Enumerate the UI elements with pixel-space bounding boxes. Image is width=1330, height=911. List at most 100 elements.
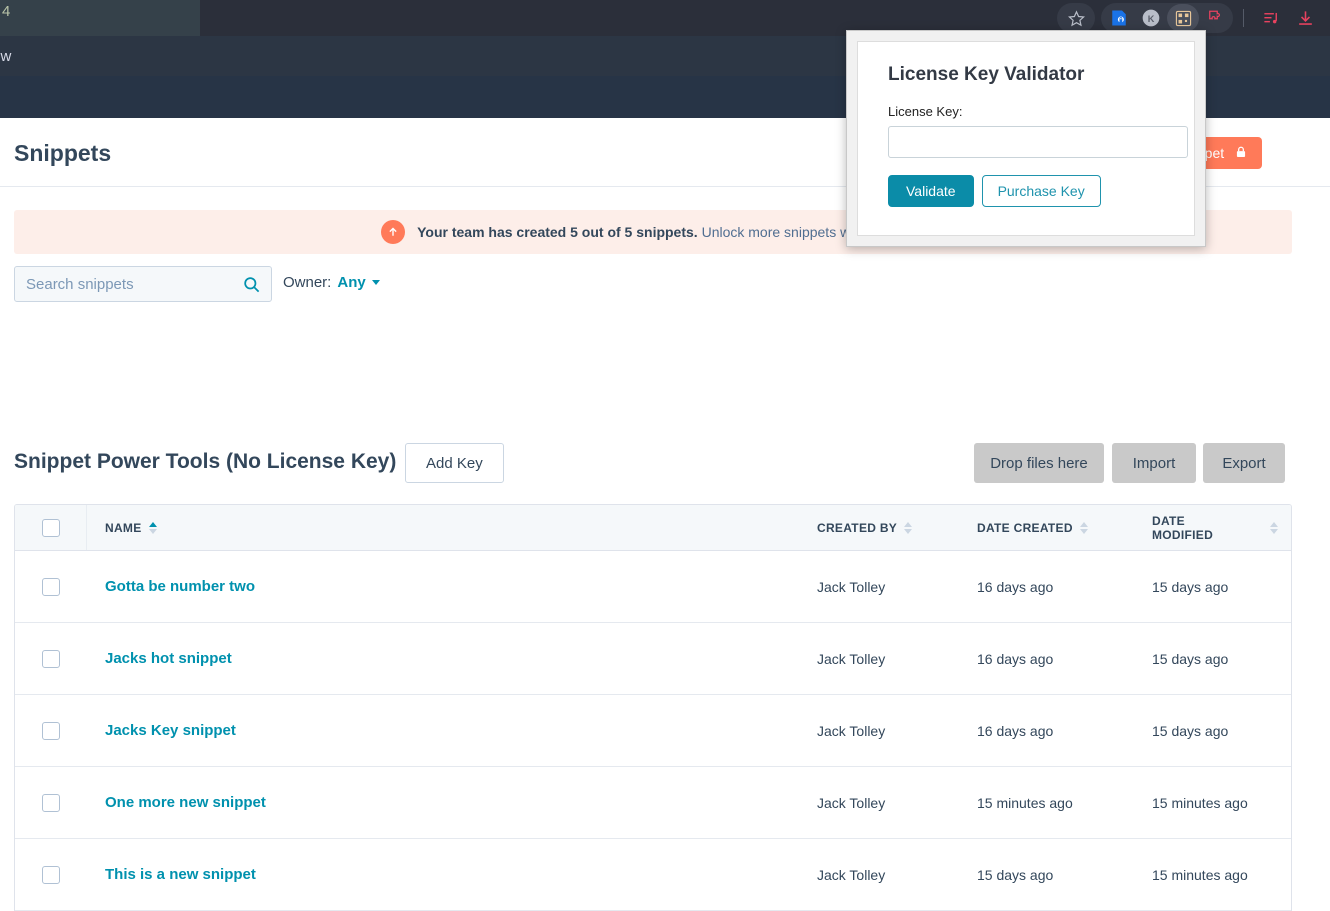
- snippet-name-cell[interactable]: Jacks hot snippet: [87, 650, 817, 668]
- snippet-name-link[interactable]: Gotta be number two: [105, 578, 255, 595]
- purchase-key-label: Purchase Key: [997, 183, 1085, 199]
- row-checkbox[interactable]: [42, 577, 60, 596]
- row-checkbox[interactable]: [42, 649, 60, 668]
- date-modified-cell: 15 days ago: [1152, 722, 1229, 739]
- search-input[interactable]: [15, 267, 225, 301]
- search-icon[interactable]: [242, 275, 261, 299]
- column-header-date-modified[interactable]: DATE MODIFIED: [1152, 513, 1291, 542]
- shield-lock-extension-icon[interactable]: [1103, 4, 1135, 32]
- sort-icon-date-created[interactable]: [1079, 521, 1088, 534]
- license-key-label: License Key:: [888, 104, 963, 119]
- media-playlist-icon[interactable]: [1254, 3, 1288, 33]
- search-snippets-field[interactable]: [14, 266, 272, 302]
- k-avatar-extension-icon[interactable]: K: [1135, 4, 1167, 32]
- date-modified-cell: 15 days ago: [1152, 578, 1229, 595]
- created-by-cell: Jack Tolley: [817, 722, 886, 739]
- created-by-cell: Jack Tolley: [817, 794, 886, 811]
- table-row[interactable]: Jacks Key snippet Jack Tolley 16 days ago 1…: [15, 695, 1291, 767]
- column-header-created-by-label: CREATED BY: [817, 520, 898, 535]
- drop-files-here-button[interactable]: Drop files here: [974, 443, 1104, 483]
- validate-button[interactable]: Validate: [888, 175, 974, 207]
- column-header-date-modified-label: DATE MODIFIED: [1152, 513, 1214, 542]
- row-checkbox-cell[interactable]: [15, 721, 87, 740]
- row-checkbox-cell[interactable]: [15, 649, 87, 668]
- row-checkbox[interactable]: [42, 865, 60, 884]
- table-row[interactable]: Gotta be number two Jack Tolley 16 days ag…: [15, 551, 1291, 623]
- column-header-name[interactable]: NAME: [87, 521, 817, 535]
- extensions-pill: K: [1101, 3, 1233, 33]
- page-title: Snippets: [14, 140, 112, 166]
- chevron-down-icon: [371, 280, 380, 285]
- column-header-created-by[interactable]: CREATED BY: [817, 521, 977, 535]
- popup-title: License Key Validator: [888, 64, 1085, 85]
- bookmark-star-icon[interactable]: [1057, 3, 1095, 33]
- lock-icon: [1234, 145, 1248, 162]
- power-tools-heading: Snippet Power Tools (No License Key): [14, 450, 397, 473]
- snippet-name-cell[interactable]: Gotta be number two: [87, 578, 817, 596]
- snippet-name-cell[interactable]: One more new snippet: [87, 794, 817, 812]
- snippet-name-link[interactable]: Jacks Key snippet: [105, 722, 236, 739]
- column-header-name-label: NAME: [105, 520, 142, 535]
- drop-files-label: Drop files here: [990, 454, 1088, 472]
- license-key-input[interactable]: [888, 126, 1188, 158]
- date-created-cell: 16 days ago: [977, 650, 1054, 667]
- browser-tab[interactable]: 4: [0, 0, 200, 36]
- table-body: Gotta be number two Jack Tolley 16 days ag…: [15, 551, 1291, 911]
- date-created-cell: 15 days ago: [977, 866, 1054, 883]
- export-button[interactable]: Export: [1203, 443, 1285, 483]
- snippet-name-link[interactable]: Jacks hot snippet: [105, 650, 232, 667]
- row-checkbox-cell[interactable]: [15, 865, 87, 884]
- import-label: Import: [1132, 454, 1176, 472]
- row-checkbox-cell[interactable]: [15, 793, 87, 812]
- license-key-validator-extension-icon[interactable]: [1167, 4, 1199, 32]
- select-all-checkbox-cell[interactable]: [15, 505, 87, 550]
- table-header-row: NAME CREATED BY DATE CREATED DATE MODIFI…: [15, 505, 1291, 551]
- row-checkbox[interactable]: [42, 721, 60, 740]
- snippet-name-cell[interactable]: Jacks Key snippet: [87, 722, 817, 740]
- table-row[interactable]: This is a new snippet Jack Tolley 15 days …: [15, 839, 1291, 911]
- snippets-table: NAME CREATED BY DATE CREATED DATE MODIFI…: [14, 504, 1292, 911]
- column-header-date-created[interactable]: DATE CREATED: [977, 521, 1152, 535]
- owner-filter-label: Owner:: [283, 274, 332, 291]
- created-by-cell: Jack Tolley: [817, 578, 886, 595]
- row-checkbox[interactable]: [42, 793, 60, 812]
- snippet-name-link[interactable]: This is a new snippet: [105, 866, 256, 883]
- license-key-validator-popup: License Key Validator License Key: Valid…: [846, 30, 1206, 247]
- popup-buttons: Validate Purchase Key: [888, 175, 1164, 207]
- date-created-cell: 16 days ago: [977, 578, 1054, 595]
- snippet-name-link[interactable]: One more new snippet: [105, 794, 266, 811]
- date-created-cell: 16 days ago: [977, 722, 1054, 739]
- import-button[interactable]: Import: [1112, 443, 1196, 483]
- popup-inner: License Key Validator License Key: Valid…: [857, 41, 1195, 236]
- date-modified-cell: 15 days ago: [1152, 650, 1229, 667]
- tab-title-fragment: 4: [2, 3, 11, 20]
- sort-icon-created-by[interactable]: [904, 521, 913, 534]
- table-row[interactable]: One more new snippet Jack Tolley 15 minute…: [15, 767, 1291, 839]
- sort-icon-name[interactable]: [148, 521, 157, 534]
- date-created-cell: 15 minutes ago: [977, 794, 1073, 811]
- owner-filter-value: Any: [337, 274, 366, 291]
- svg-text:K: K: [1148, 14, 1155, 24]
- puzzle-extensions-icon[interactable]: [1199, 4, 1231, 32]
- upgrade-arrow-icon: [381, 220, 406, 244]
- export-label: Export: [1222, 454, 1266, 472]
- row-checkbox-cell[interactable]: [15, 577, 87, 596]
- breadcrumb[interactable]: erview: [0, 48, 11, 65]
- date-modified-cell: 15 minutes ago: [1152, 794, 1248, 811]
- created-by-cell: Jack Tolley: [817, 866, 886, 883]
- purchase-key-button[interactable]: Purchase Key: [981, 175, 1101, 207]
- owner-filter[interactable]: Owner: Any: [283, 274, 380, 291]
- sort-icon-date-modified[interactable]: [1270, 521, 1278, 534]
- usage-banner-bold: Your team has created 5 out of 5 snippet…: [417, 224, 698, 240]
- table-row[interactable]: Jacks hot snippet Jack Tolley 16 days ago 1…: [15, 623, 1291, 695]
- downloads-icon[interactable]: [1288, 3, 1322, 33]
- add-key-button[interactable]: Add Key: [405, 443, 504, 483]
- created-by-cell: Jack Tolley: [817, 650, 886, 667]
- toolbar-divider: [1243, 9, 1244, 27]
- snippet-name-cell[interactable]: This is a new snippet: [87, 866, 817, 884]
- add-key-label: Add Key: [426, 454, 483, 472]
- select-all-checkbox[interactable]: [41, 518, 60, 537]
- validate-label: Validate: [906, 183, 956, 199]
- column-header-date-created-label: DATE CREATED: [977, 520, 1073, 535]
- date-modified-cell: 15 minutes ago: [1152, 866, 1248, 883]
